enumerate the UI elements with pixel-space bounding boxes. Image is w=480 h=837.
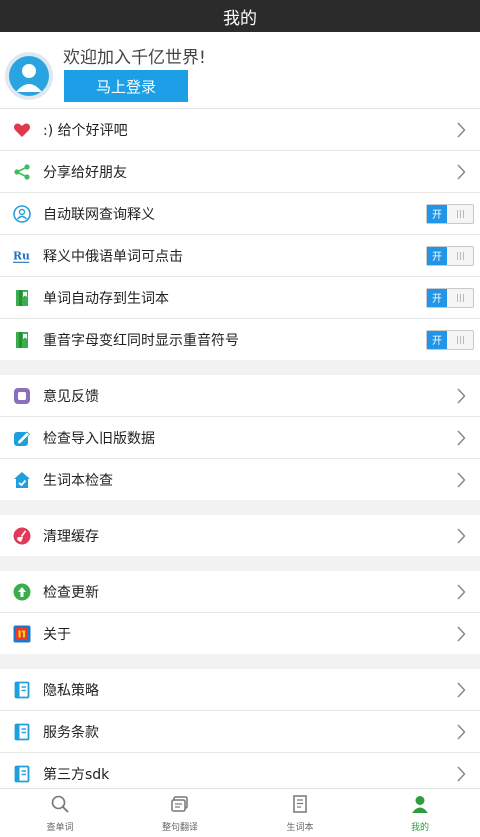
settings-row-label: 检查更新 — [43, 584, 99, 601]
settings-row[interactable]: Ru 释义中俄语单词可点击 开 — [0, 235, 480, 277]
chevron-right-icon — [451, 387, 471, 404]
settings-row[interactable]: :) 给个好评吧 — [0, 109, 480, 151]
bottom-tab-bar: 查单词 整句翻译 生词本 我的 — [0, 788, 480, 837]
settings-row-label: 意见反馈 — [43, 388, 99, 405]
toggle-switch[interactable]: 开 — [426, 287, 474, 308]
vocab-check-icon — [13, 471, 31, 489]
document-icon — [13, 681, 31, 699]
chevron-right-icon — [451, 723, 471, 740]
settings-row-label: :) 给个好评吧 — [43, 122, 128, 139]
toggle-knob — [447, 247, 473, 265]
tab-label: 查单词 — [46, 822, 74, 833]
settings-row-label: 单词自动存到生词本 — [43, 290, 169, 307]
settings-row[interactable]: 单词自动存到生词本 开 — [0, 277, 480, 319]
chevron-right-icon — [451, 429, 471, 446]
toggle-on-label: 开 — [427, 204, 447, 223]
person-icon — [410, 794, 430, 818]
section-divider — [0, 360, 480, 375]
settings-row-label: 清理缓存 — [43, 528, 99, 545]
settings-section: 隐私策略服务条款第三方sdk — [0, 669, 480, 794]
settings-row-label: 重音字母变红同时显示重音符号 — [43, 332, 239, 349]
chevron-right-icon — [451, 471, 471, 488]
section-divider — [0, 500, 480, 515]
heart-icon — [13, 121, 31, 139]
toggle-switch[interactable]: 开 — [426, 329, 474, 350]
notebook-icon — [290, 794, 310, 818]
section-divider — [0, 556, 480, 571]
tab-notebook[interactable]: 生词本 — [240, 789, 360, 837]
translate-icon — [170, 794, 190, 818]
ru-icon: Ru — [13, 247, 31, 265]
toggle-knob — [447, 205, 473, 223]
settings-section: 意见反馈检查导入旧版数据 生词本检查 — [0, 375, 480, 500]
section-divider — [0, 654, 480, 669]
chevron-right-icon — [451, 583, 471, 600]
toggle-on-label: 开 — [427, 246, 447, 265]
settings-section: :) 给个好评吧 分享给好朋友 自动联网查询释义开 Ru 释义中俄语单词可点击开单词自动… — [0, 109, 480, 360]
broom-icon — [13, 527, 31, 545]
network-icon — [13, 204, 31, 223]
settings-row-label: 隐私策略 — [43, 682, 99, 699]
settings-section: 清理缓存 — [0, 515, 480, 556]
tab-translate[interactable]: 整句翻译 — [120, 789, 240, 837]
chevron-right-icon — [451, 681, 471, 698]
settings-row-label: 检查导入旧版数据 — [43, 430, 155, 447]
settings-row[interactable]: 检查导入旧版数据 — [0, 417, 480, 459]
settings-section: 检查更新 关于 — [0, 571, 480, 654]
settings-row[interactable]: 重音字母变红同时显示重音符号 开 — [0, 319, 480, 360]
settings-row-label: 第三方sdk — [43, 766, 110, 783]
toggle-switch[interactable]: 开 — [426, 245, 474, 266]
search-icon — [50, 794, 70, 818]
title-bar: 我的 — [0, 0, 480, 32]
toggle-on-label: 开 — [427, 288, 447, 307]
settings-row[interactable]: 意见反馈 — [0, 375, 480, 417]
toggle-knob — [447, 331, 473, 349]
chevron-right-icon — [451, 625, 471, 642]
settings-row[interactable]: 分享给好朋友 — [0, 151, 480, 193]
update-icon — [13, 583, 31, 601]
settings-row-label: 释义中俄语单词可点击 — [43, 248, 183, 265]
settings-row-label: 自动联网查询释义 — [43, 206, 155, 223]
login-button[interactable]: 马上登录 — [64, 70, 188, 102]
settings-row[interactable]: 生词本检查 — [0, 459, 480, 500]
settings-row[interactable]: 关于 — [0, 613, 480, 654]
tab-label: 整句翻译 — [161, 822, 198, 833]
settings-list: :) 给个好评吧 分享给好朋友 自动联网查询释义开 Ru 释义中俄语单词可点击开单词自动… — [0, 109, 480, 794]
book-accent-icon — [13, 331, 31, 349]
page-title: 我的 — [223, 8, 257, 29]
svg-text:Ru: Ru — [13, 249, 30, 262]
settings-row-label: 服务条款 — [43, 724, 99, 741]
profile-panel: 欢迎加入千亿世界! 马上登录 — [0, 32, 480, 109]
avatar-person-icon — [9, 56, 49, 96]
chevron-right-icon — [451, 121, 471, 138]
tab-search[interactable]: 查单词 — [0, 789, 120, 837]
settings-row-label: 关于 — [43, 626, 71, 643]
about-logo-icon — [13, 625, 31, 643]
share-icon — [13, 163, 31, 181]
feedback-icon — [13, 387, 31, 405]
settings-row[interactable]: 检查更新 — [0, 571, 480, 613]
settings-row[interactable]: 隐私策略 — [0, 669, 480, 711]
settings-row-label: 生词本检查 — [43, 472, 113, 489]
document-icon — [13, 723, 31, 741]
import-icon — [13, 429, 31, 447]
toggle-knob — [447, 289, 473, 307]
chevron-right-icon — [451, 527, 471, 544]
toggle-on-label: 开 — [427, 330, 447, 349]
tab-person[interactable]: 我的 — [360, 789, 480, 837]
chevron-right-icon — [451, 163, 471, 180]
welcome-text: 欢迎加入千亿世界! — [63, 48, 206, 68]
book-save-icon — [13, 289, 31, 307]
tab-label: 我的 — [410, 822, 429, 833]
settings-row-label: 分享给好朋友 — [43, 164, 127, 181]
avatar[interactable] — [5, 52, 53, 100]
settings-row[interactable]: 自动联网查询释义 开 — [0, 193, 480, 235]
settings-row[interactable]: 清理缓存 — [0, 515, 480, 556]
settings-row[interactable]: 服务条款 — [0, 711, 480, 753]
tab-label: 生词本 — [286, 822, 314, 833]
toggle-switch[interactable]: 开 — [426, 203, 474, 224]
document-icon — [13, 765, 31, 783]
chevron-right-icon — [451, 765, 471, 782]
